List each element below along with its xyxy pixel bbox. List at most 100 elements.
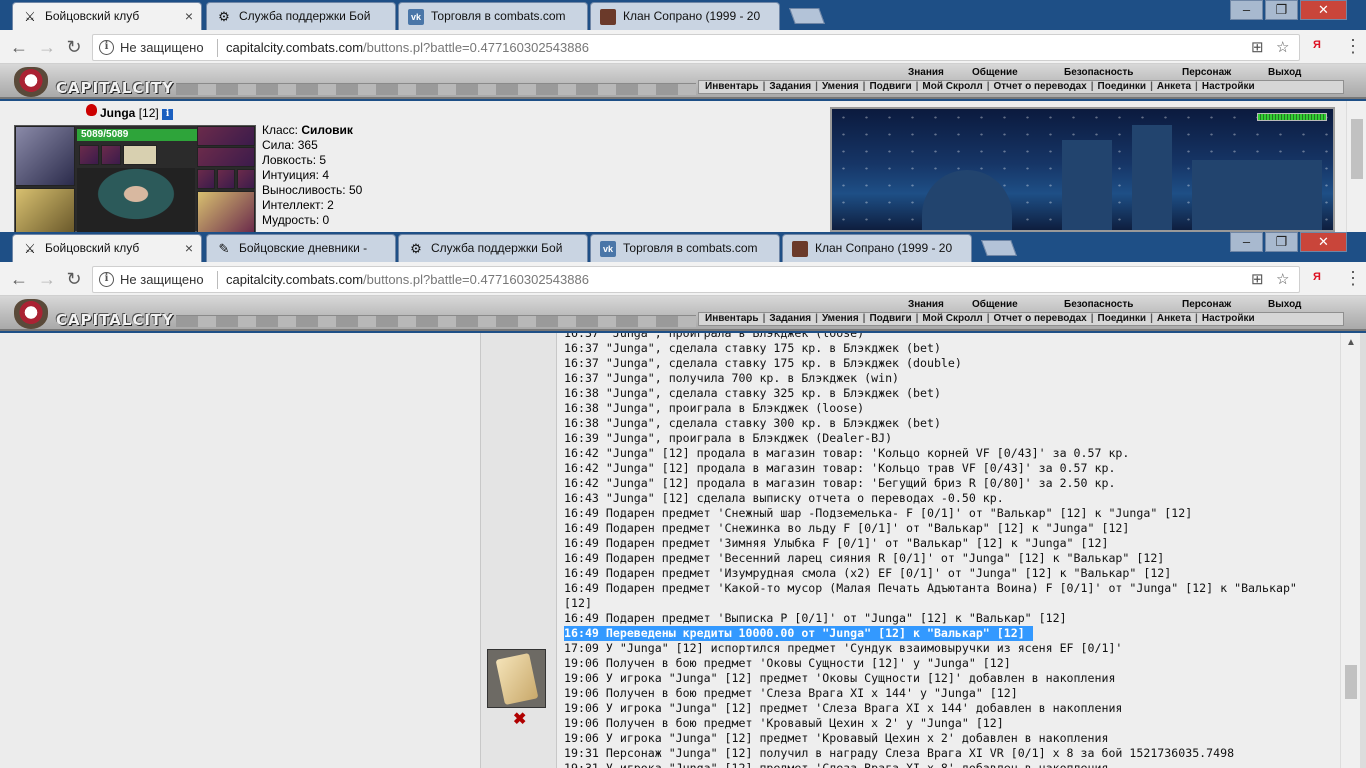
tab-trade[interactable]: vk Торговля в combats.com <box>398 2 588 30</box>
delete-icon[interactable]: ✖ <box>513 709 526 729</box>
yandex-icon[interactable]: Я <box>1313 271 1321 283</box>
submenu-profile[interactable]: Анкета <box>1157 313 1191 324</box>
menu-knowledge[interactable]: Знания <box>908 67 972 78</box>
tab-support[interactable]: ⚙ Служба поддержки Бой <box>398 234 588 262</box>
menu-communication[interactable]: Общение <box>972 299 1064 310</box>
submenu-quests[interactable]: Задания <box>769 81 811 92</box>
submenu-skills[interactable]: Умения <box>822 313 859 324</box>
back-scrollbar[interactable] <box>1346 101 1366 232</box>
restore-button[interactable]: ❐ <box>1265 232 1298 252</box>
character-name[interactable]: Junga [12] i <box>88 106 174 120</box>
ring-slot-2[interactable] <box>217 169 235 189</box>
address-bar[interactable]: i Не защищено capitalcity.combats.com/bu… <box>92 34 1300 61</box>
submenu-transfer-report[interactable]: Отчет о переводах <box>994 81 1087 92</box>
report-scroll-icon[interactable] <box>487 649 546 708</box>
extension-blocked-icon[interactable]: ⊞ <box>1251 38 1264 56</box>
forward-button[interactable]: → <box>36 36 58 58</box>
log-line-text: 16:37 "Junga", сделала ставку 175 кр. в … <box>564 341 941 355</box>
tab-strip: ⚔ Бойцовский клуб × ✎ Бойцовские дневник… <box>0 232 1366 263</box>
ring-slot-3[interactable] <box>237 169 255 189</box>
submenu-feats[interactable]: Подвиги <box>869 313 911 324</box>
tab-trade[interactable]: vk Торговля в combats.com <box>590 234 780 262</box>
tab-fight-club[interactable]: ⚔ Бойцовский клуб × <box>12 2 202 31</box>
submenu-battles[interactable]: Поединки <box>1098 313 1147 324</box>
character-info-icon[interactable]: i <box>162 109 174 120</box>
bracers-slot[interactable] <box>15 188 75 232</box>
stat-endurance: Выносливость: 50 <box>262 183 363 197</box>
weapon-slot-2[interactable] <box>197 147 255 167</box>
charm-slot[interactable] <box>101 145 121 165</box>
menu-icon[interactable]: ⋮ <box>1344 35 1362 57</box>
menu-icon[interactable]: ⋮ <box>1344 267 1362 289</box>
header-decoration <box>176 315 696 327</box>
minimize-button[interactable]: – <box>1230 232 1263 252</box>
forward-button[interactable]: → <box>36 268 58 290</box>
amulet-slot[interactable] <box>79 145 99 165</box>
scroll-up-icon[interactable]: ▲ <box>1346 337 1356 348</box>
submenu-my-scroll[interactable]: Мой Скролл <box>922 313 982 324</box>
menu-exit[interactable]: Выход <box>1268 67 1301 78</box>
log-line: 16:42 "Junga" [12] продала в магазин тов… <box>564 446 1340 461</box>
log-line-text: 16:38 "Junga", проиграла в Блэкджек (loo… <box>564 401 865 415</box>
tab-fight-club[interactable]: ⚔ Бойцовский клуб × <box>12 234 202 263</box>
submenu-transfer-report[interactable]: Отчет о переводах <box>994 313 1087 324</box>
scene-tower-1 <box>1062 140 1112 230</box>
menu-character[interactable]: Персонаж <box>1182 299 1268 310</box>
submenu-battles[interactable]: Поединки <box>1098 81 1147 92</box>
submenu-feats[interactable]: Подвиги <box>869 81 911 92</box>
tab-clan[interactable]: Клан Сопрано (1999 - 20 <box>782 234 972 262</box>
tab-support[interactable]: ⚙ Служба поддержки Бой <box>206 2 396 30</box>
bookmark-star-icon[interactable]: ☆ <box>1276 38 1289 56</box>
submenu-skills[interactable]: Умения <box>822 81 859 92</box>
info-icon[interactable]: i <box>99 40 114 55</box>
log-line: 16:43 "Junga" [12] сделала выписку отчет… <box>564 491 1340 506</box>
yandex-icon[interactable]: Я <box>1313 39 1321 51</box>
helmet-slot[interactable] <box>15 126 75 186</box>
menu-character[interactable]: Персонаж <box>1182 67 1268 78</box>
new-tab-button[interactable] <box>981 240 1017 256</box>
restore-button[interactable]: ❐ <box>1265 0 1298 20</box>
menu-security[interactable]: Безопасность <box>1064 67 1182 78</box>
close-tab-icon[interactable]: × <box>185 3 193 29</box>
weapon-slot-1[interactable] <box>197 126 255 146</box>
log-line-text: 16:37 "Junga", проиграла в Блэкджек (loo… <box>564 333 865 340</box>
bookmark-star-icon[interactable]: ☆ <box>1276 270 1289 288</box>
submenu-profile[interactable]: Анкета <box>1157 81 1191 92</box>
menu-exit[interactable]: Выход <box>1268 299 1301 310</box>
close-window-button[interactable]: ✕ <box>1300 232 1347 252</box>
reload-button[interactable]: ↻ <box>63 36 85 58</box>
tab-clan[interactable]: Клан Сопрано (1999 - 20 <box>590 2 780 30</box>
menu-knowledge[interactable]: Знания <box>908 299 972 310</box>
log-scrollbar[interactable]: ▲ <box>1340 333 1360 768</box>
tab-diaries[interactable]: ✎ Бойцовские дневники - <box>206 234 396 262</box>
reload-button[interactable]: ↻ <box>63 268 85 290</box>
gloves-slot[interactable] <box>197 191 255 232</box>
submenu-inventory[interactable]: Инвентарь <box>705 313 759 324</box>
log-line-text: 16:43 "Junga" [12] сделала выписку отчет… <box>564 491 1004 505</box>
new-tab-button[interactable] <box>789 8 825 24</box>
back-button[interactable]: ← <box>8 268 30 290</box>
back-button[interactable]: ← <box>8 36 30 58</box>
submenu-settings[interactable]: Настройки <box>1202 313 1255 324</box>
menu-communication[interactable]: Общение <box>972 67 1064 78</box>
submenu-settings[interactable]: Настройки <box>1202 81 1255 92</box>
close-window-button[interactable]: ✕ <box>1300 0 1347 20</box>
close-tab-icon[interactable]: × <box>185 235 193 261</box>
sub-menu: Инвентарь | Задания | Умения | Подвиги | Мой Скр… <box>698 312 1344 326</box>
scrollbar-thumb[interactable] <box>1351 119 1363 179</box>
ring-slot-1[interactable] <box>197 169 215 189</box>
location-scene[interactable] <box>830 107 1335 232</box>
divider <box>217 271 218 289</box>
character-stats: Класс: Силовик Сила: 365 Ловкость: 5 Инт… <box>262 123 362 228</box>
submenu-inventory[interactable]: Инвентарь <box>705 81 759 92</box>
info-icon[interactable]: i <box>99 272 114 287</box>
minimize-button[interactable]: – <box>1230 0 1263 20</box>
menu-security[interactable]: Безопасность <box>1064 299 1182 310</box>
extension-blocked-icon[interactable]: ⊞ <box>1251 270 1264 288</box>
submenu-my-scroll[interactable]: Мой Скролл <box>922 81 982 92</box>
belt-slot[interactable] <box>123 145 157 165</box>
submenu-quests[interactable]: Задания <box>769 313 811 324</box>
url-text: capitalcity.combats.com/buttons.pl?battl… <box>226 272 589 287</box>
scrollbar-thumb[interactable] <box>1345 665 1357 699</box>
address-bar[interactable]: i Не защищено capitalcity.combats.com/bu… <box>92 266 1300 293</box>
